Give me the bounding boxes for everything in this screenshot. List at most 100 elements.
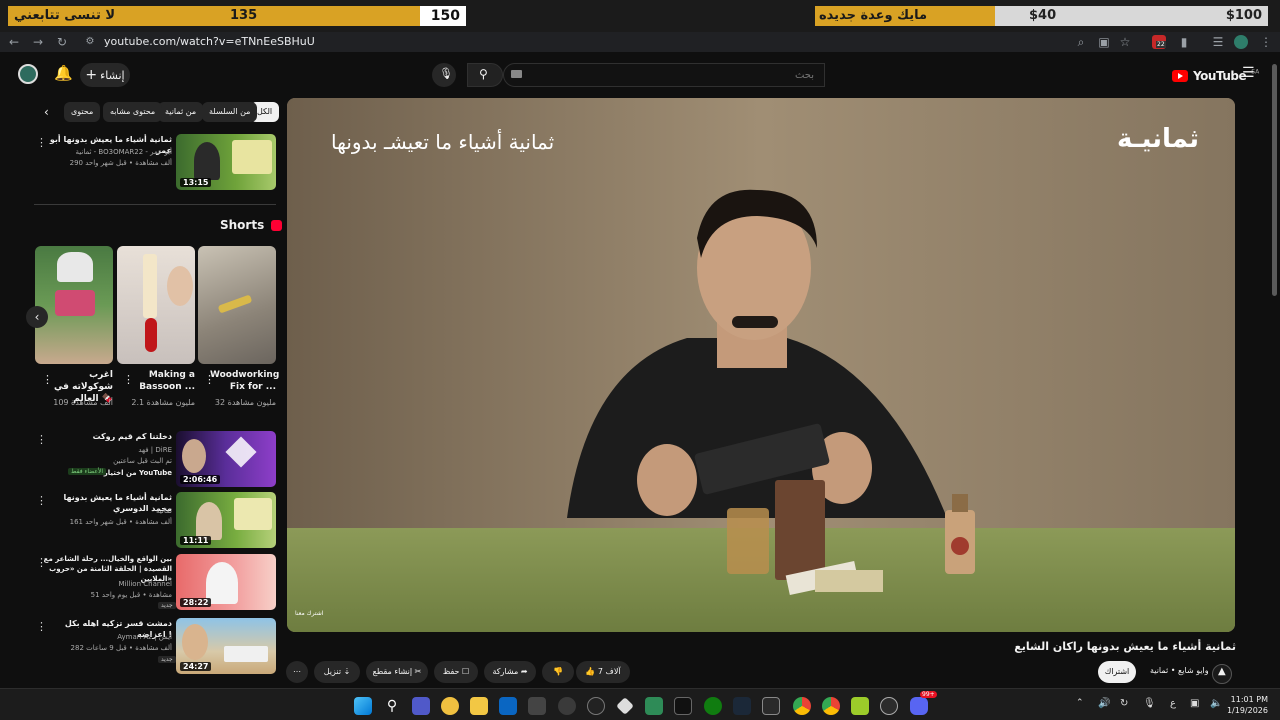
short-more-icon[interactable]: ⋮	[204, 373, 215, 386]
video-thumbnail[interactable]: 13:15	[176, 134, 276, 190]
voice-search-button[interactable]: 🎙	[432, 63, 456, 87]
reload-icon[interactable]: ↻	[54, 34, 70, 50]
menu-hamburger-icon[interactable]: ☰	[1242, 65, 1255, 81]
more-actions-button[interactable]: ⋯	[286, 661, 308, 683]
chat-emoji-icon[interactable]	[441, 697, 459, 715]
profile-avatar[interactable]	[1234, 35, 1248, 49]
tray-overflow-icon[interactable]: ⌃	[1076, 698, 1084, 708]
network-icon[interactable]: ▣	[1190, 698, 1199, 709]
video-frame	[287, 98, 1235, 632]
extension-icon[interactable]: 22	[1152, 35, 1166, 49]
notifications-bell-icon[interactable]: 🔔	[54, 64, 73, 82]
system-clock[interactable]: 11:01 PM 1/19/2026	[1227, 694, 1268, 716]
video-thumbnail[interactable]: 24:27	[176, 618, 276, 674]
tab-search-icon[interactable]: ☰	[1210, 34, 1226, 50]
short-title[interactable]: Woodworking Fix for ...	[210, 369, 279, 393]
input-language[interactable]: ع	[1170, 698, 1176, 709]
share-button[interactable]: مشاركة ➦	[484, 661, 536, 683]
app-lime-icon[interactable]	[851, 697, 869, 715]
search-icon[interactable]: ⚲	[383, 697, 401, 715]
forward-icon[interactable]: →	[30, 34, 46, 50]
app-active-icon[interactable]	[880, 697, 898, 715]
mic-tray-icon[interactable]: 🎙	[1143, 698, 1156, 709]
sidebar-video[interactable]: 2:06:46 دخلتنا كم قيم روكت فهد | DiRE تم…	[30, 431, 278, 489]
video-thumbnail[interactable]: 11:11	[176, 492, 276, 548]
chrome-icon[interactable]	[793, 697, 811, 715]
subscribe-button[interactable]: اشتراك	[1098, 661, 1136, 683]
speaker-icon[interactable]: 🔈	[1210, 698, 1222, 709]
short-more-icon[interactable]: ⋮	[123, 373, 134, 386]
cast-icon[interactable]: ▣	[1096, 34, 1112, 50]
keyboard-icon[interactable]	[511, 70, 522, 78]
discord-icon[interactable]: 99+	[910, 691, 937, 715]
sidebar-video[interactable]: 24:27 دمشت قسر تزكيه اهله بكل اعراضه ! A…	[30, 618, 278, 676]
more-actions-icon[interactable]: ⋮	[36, 494, 47, 507]
scrollbar-thumb[interactable]	[1272, 64, 1277, 296]
address-bar[interactable]: youtube.com/watch?v=eTNnEeSBHuU	[104, 32, 315, 52]
video-channel[interactable]: Ayman Az | أيمن	[42, 632, 172, 642]
video-channel[interactable]: ثمانية	[42, 506, 172, 516]
dislike-button[interactable]: 👎	[542, 661, 574, 683]
sidebar-video[interactable]: 11:11 ثمانية أشياء ما يعيش بدونها محمد ا…	[30, 492, 278, 550]
create-button[interactable]: + إنشاء	[80, 63, 130, 87]
sidebar-video-top[interactable]: 13:15 ثمانية أشياء ما يعيش بدونها أبو عم…	[30, 134, 278, 192]
start-menu-icon[interactable]	[354, 697, 372, 715]
video-thumbnail[interactable]: 28:22	[176, 554, 276, 610]
app-green-icon[interactable]	[645, 697, 663, 715]
chip-from-channel[interactable]: من ثمانية	[158, 102, 204, 122]
more-actions-icon[interactable]: ⋮	[36, 556, 47, 569]
site-info-icon[interactable]: ⚙	[82, 34, 98, 50]
chips-scroll-left-icon[interactable]: ‹	[44, 105, 49, 119]
volume-icon[interactable]: 🔊	[1098, 698, 1110, 709]
file-explorer-icon[interactable]	[470, 697, 488, 715]
app-diamond-icon[interactable]	[616, 697, 634, 715]
chrome-icon[interactable]	[822, 697, 840, 715]
account-avatar[interactable]	[18, 64, 38, 84]
channel-avatar[interactable]: ▲	[1212, 664, 1232, 684]
video-thumbnail[interactable]: 2:06:46	[176, 431, 276, 487]
clip-button[interactable]: إنشاء مقطع ✂	[366, 661, 428, 683]
capcut-icon[interactable]	[674, 697, 692, 715]
new-badge: جديد	[158, 656, 176, 663]
player-corner-text: اشترك معنا	[295, 610, 324, 617]
bookmark-star-icon[interactable]: ☆	[1117, 34, 1133, 50]
browser-menu-icon[interactable]: ⋮	[1258, 34, 1274, 50]
outlook-icon[interactable]	[499, 697, 517, 715]
chip-content[interactable]: محتوى	[64, 102, 101, 122]
short-thumbnail[interactable]	[35, 246, 113, 364]
more-actions-icon[interactable]: ⋮	[36, 433, 47, 446]
extensions-puzzle-icon[interactable]: ▮	[1176, 34, 1192, 50]
short-thumbnail[interactable]	[117, 246, 195, 364]
search-input[interactable]	[524, 67, 814, 83]
shorts-scroll-left-icon[interactable]: ‹	[26, 306, 48, 328]
xbox-icon[interactable]	[704, 697, 722, 715]
video-title[interactable]: دخلتنا كم قيم روكت	[42, 431, 172, 442]
zoom-icon[interactable]: ⌕	[1073, 34, 1089, 50]
video-player[interactable]: ثمانيـة ثمانية أشياء ما تعيشـ بدونها اشت…	[287, 98, 1235, 632]
search-box[interactable]	[503, 63, 825, 87]
store-icon[interactable]	[528, 697, 546, 715]
teams-icon[interactable]	[412, 697, 430, 715]
more-actions-icon[interactable]: ⋮	[36, 620, 47, 633]
like-button[interactable]: 👍 7 آلاف	[576, 661, 630, 683]
video-channel[interactable]: ثمانية - BO3OMAR22 - أبو عمر	[42, 147, 173, 157]
obs-icon[interactable]	[558, 697, 576, 715]
steam-icon[interactable]	[733, 697, 751, 715]
back-icon[interactable]: ←	[6, 34, 22, 50]
chip-from-series[interactable]: من السلسلة	[202, 102, 258, 122]
save-button[interactable]: حفظ ☐	[434, 661, 478, 683]
channel-names[interactable]: وايو شايع • ثمانية	[1150, 666, 1209, 675]
video-channel[interactable]: فهد | DiRE	[42, 445, 172, 455]
epic-games-icon[interactable]	[762, 697, 780, 715]
short-title[interactable]: Making a Bassoon ...	[129, 369, 195, 393]
video-channel[interactable]: Million Channel	[42, 579, 172, 589]
search-button[interactable]: ⚲	[467, 63, 503, 87]
short-thumbnail[interactable]	[198, 246, 276, 364]
download-button[interactable]: تنزيل ⇣	[314, 661, 360, 683]
more-actions-icon[interactable]: ⋮	[36, 136, 47, 149]
sidebar-video[interactable]: 28:22 بين الواقع والخيال... رحلة الشاعر …	[30, 554, 278, 612]
sync-icon[interactable]: ↻	[1120, 698, 1128, 709]
short-more-icon[interactable]: ⋮	[42, 373, 53, 386]
app-icon[interactable]	[587, 697, 605, 715]
chip-similar[interactable]: محتوى مشابه	[103, 102, 163, 122]
